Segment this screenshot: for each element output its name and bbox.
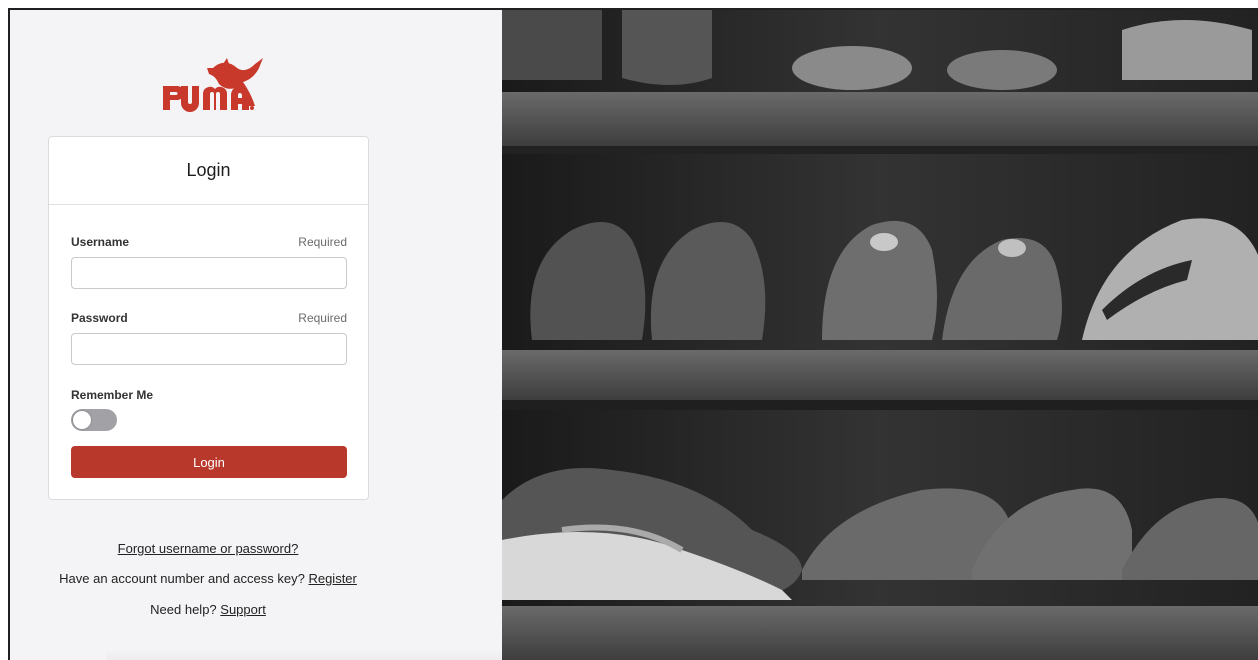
login-card-header: Login bbox=[49, 137, 368, 205]
forgot-credentials-link[interactable]: Forgot username or password? bbox=[118, 541, 299, 556]
username-label-row: Username Required bbox=[71, 235, 347, 249]
help-row: Need help? Support bbox=[10, 602, 406, 617]
support-link[interactable]: Support bbox=[220, 602, 266, 617]
login-button[interactable]: Login bbox=[71, 446, 347, 478]
login-card: Login Username Required Password Require… bbox=[48, 136, 369, 500]
remember-me-label: Remember Me bbox=[71, 388, 154, 402]
password-required-text: Required bbox=[298, 311, 347, 325]
login-card-title: Login bbox=[186, 160, 231, 180]
username-input[interactable] bbox=[71, 257, 347, 289]
puma-logo bbox=[151, 54, 271, 120]
register-link[interactable]: Register bbox=[308, 571, 356, 586]
register-prompt: Have an account number and access key? bbox=[59, 571, 305, 586]
forgot-link-row: Forgot username or password? bbox=[10, 541, 406, 556]
shoe-shelf-icon bbox=[502, 10, 1258, 660]
username-label: Username bbox=[71, 235, 130, 249]
username-required-text: Required bbox=[298, 235, 347, 249]
remember-me-toggle[interactable] bbox=[71, 409, 117, 431]
panel-bottom-fade bbox=[106, 650, 502, 660]
password-label: Password bbox=[71, 311, 128, 325]
toggle-knob bbox=[72, 410, 92, 430]
register-row: Have an account number and access key? R… bbox=[10, 571, 406, 586]
puma-cat-icon bbox=[163, 58, 263, 112]
password-label-row: Password Required bbox=[71, 311, 347, 325]
help-prompt: Need help? bbox=[150, 602, 217, 617]
shoe-shelf-photo bbox=[502, 10, 1258, 660]
login-page: Login Username Required Password Require… bbox=[8, 8, 1258, 660]
login-panel: Login Username Required Password Require… bbox=[10, 10, 502, 660]
password-input[interactable] bbox=[71, 333, 347, 365]
